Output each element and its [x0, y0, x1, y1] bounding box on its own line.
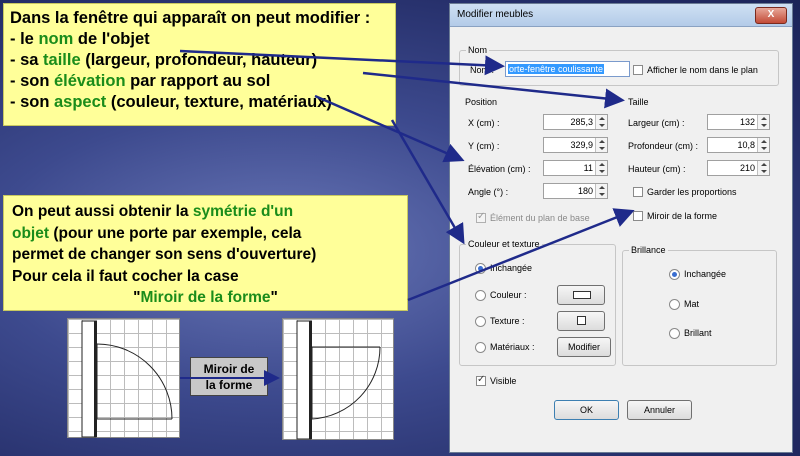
mirror-checkbox[interactable]	[633, 211, 643, 221]
shine-unchanged-radio[interactable]	[669, 269, 680, 280]
texture-radio[interactable]	[475, 316, 486, 327]
note2-line4: Pour cela il faut cocher la case	[12, 267, 239, 285]
y-spinner[interactable]: 329,9	[543, 137, 608, 153]
depth-spinner[interactable]: 10,8	[707, 137, 770, 153]
instruction-note-mirror: On peut aussi obtenir la symétrie d'un o…	[3, 195, 408, 311]
materials-radio[interactable]	[475, 342, 486, 353]
mirror-label-box: Miroir de la forme	[190, 357, 268, 396]
base-plan-label: Élément du plan de base	[490, 213, 590, 223]
dialog-titlebar: Modifier meubles X	[450, 4, 792, 27]
note1-line4: - son élévation par rapport au sol	[10, 72, 271, 90]
shine-unchanged-label: Inchangée	[684, 269, 727, 279]
color-button[interactable]	[557, 285, 605, 305]
y-label: Y (cm) :	[468, 141, 500, 151]
name-label: Nom :	[470, 65, 495, 75]
texture-button[interactable]	[557, 311, 605, 331]
cancel-button[interactable]: Annuler	[627, 400, 692, 420]
base-plan-checkbox[interactable]	[476, 211, 486, 223]
note1-line3: - sa taille (largeur, profondeur, hauteu…	[10, 51, 318, 69]
instruction-note-main: Dans la fenêtre qui apparaît on peut mod…	[3, 3, 396, 126]
close-button[interactable]: X	[755, 7, 787, 24]
dialog-title: Modifier meubles	[457, 9, 534, 20]
keep-proportions-checkbox[interactable]	[633, 187, 643, 197]
texture-label: Texture :	[490, 316, 525, 326]
note2-line1: On peut aussi obtenir la symétrie d'un	[12, 203, 294, 220]
ok-button[interactable]: OK	[554, 400, 619, 420]
note1-line2: - le nom de l'objet	[10, 30, 150, 48]
keep-proportions-label: Garder les proportions	[647, 187, 737, 197]
door-plan-before	[67, 318, 180, 438]
elevation-label: Élévation (cm) :	[468, 164, 531, 174]
matte-label: Mat	[684, 299, 700, 309]
angle-spinner[interactable]: 180	[543, 183, 608, 199]
height-label: Hauteur (cm) :	[628, 164, 686, 174]
matte-radio[interactable]	[669, 299, 680, 310]
width-label: Largeur (cm) :	[628, 118, 685, 128]
note2-line5: "Miroir de la forme"	[133, 289, 278, 306]
color-label: Couleur :	[490, 290, 527, 300]
color-texture-group-label: Couleur et texture	[466, 239, 542, 249]
note1-line5: - son aspect (couleur, texture, matériau…	[10, 93, 332, 111]
materials-label: Matériaux :	[490, 342, 535, 352]
note1-line1: Dans la fenêtre qui apparaît on peut mod…	[10, 9, 371, 27]
height-spinner[interactable]: 210	[707, 160, 770, 176]
mirror-label: Miroir de la forme	[647, 211, 718, 221]
modify-materials-button[interactable]: Modifier	[557, 337, 611, 357]
shiny-radio[interactable]	[669, 328, 680, 339]
visible-label: Visible	[490, 376, 517, 386]
angle-label: Angle (°) :	[468, 187, 509, 197]
visible-checkbox[interactable]	[476, 374, 486, 386]
name-group-label: Nom	[466, 45, 490, 55]
size-group-label: Taille	[628, 97, 649, 107]
show-name-checkbox[interactable]	[633, 65, 643, 75]
x-spinner[interactable]: 285,3	[543, 114, 608, 130]
shine-group-label: Brillance	[629, 245, 668, 255]
texture-swatch	[577, 316, 586, 325]
width-spinner[interactable]: 132	[707, 114, 770, 130]
note2-line3: permet de changer son sens d'ouverture)	[12, 246, 317, 263]
depth-label: Profondeur (cm) :	[628, 141, 699, 151]
position-group-label: Position	[465, 97, 498, 107]
color-radio[interactable]	[475, 290, 486, 301]
shine-group: Brillance	[622, 245, 777, 366]
unchanged-color-label: Inchangée	[490, 263, 533, 273]
shiny-label: Brillant	[684, 328, 712, 338]
name-input[interactable]: orte-fenêtre coulissante	[505, 61, 630, 77]
modify-furniture-dialog: Modifier meubles X Nom Nom : orte-fenêtr…	[449, 3, 793, 453]
show-name-label: Afficher le nom dans le plan	[647, 65, 758, 75]
elevation-spinner[interactable]: 11	[543, 160, 608, 176]
x-label: X (cm) :	[468, 118, 500, 128]
color-swatch	[573, 291, 591, 299]
door-plan-after	[282, 318, 394, 440]
note2-line2: objet (pour une porte par exemple, cela	[12, 224, 302, 242]
unchanged-color-radio[interactable]	[475, 263, 486, 274]
